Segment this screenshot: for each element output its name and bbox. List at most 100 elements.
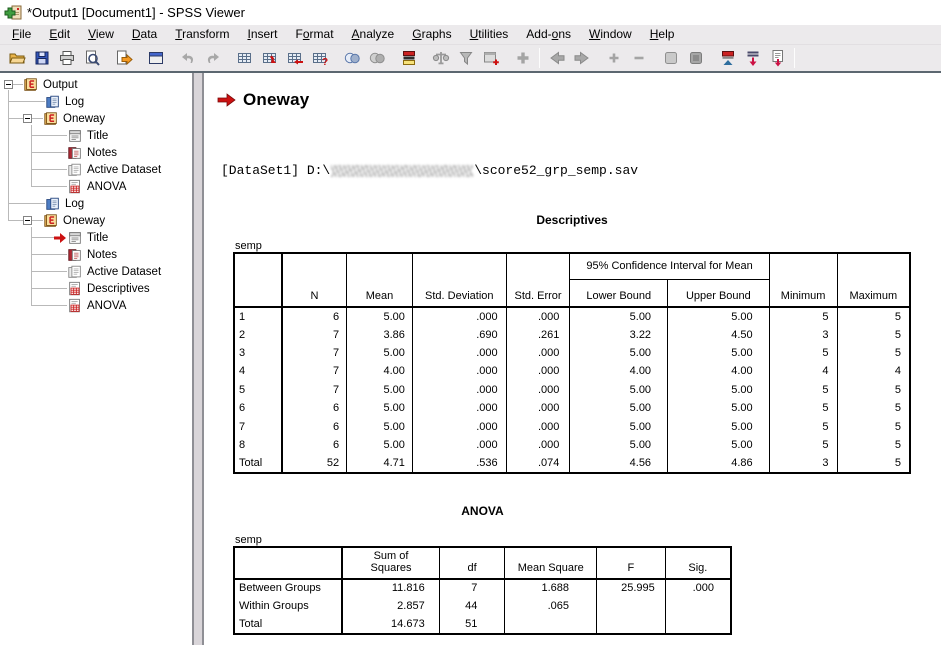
toolbar-gap (168, 58, 175, 59)
tree-connector (8, 90, 9, 221)
goto-data-button[interactable] (232, 47, 257, 69)
find-button[interactable]: ? (307, 47, 332, 69)
collapse-icon (630, 49, 648, 67)
table-cell: 25.995 (597, 579, 666, 597)
promote-button[interactable] (715, 47, 740, 69)
designate-window-button[interactable] (478, 47, 503, 69)
descriptives-output-item[interactable]: Descriptives semp NMeanStd. DeviationStd… (233, 213, 911, 474)
row-label: 3 (234, 344, 282, 362)
show-all-button[interactable] (510, 47, 535, 69)
tree-item-active-dataset[interactable]: Active Dataset (31, 263, 192, 280)
table-cell: 5.00 (668, 381, 770, 399)
menu-file[interactable]: File (3, 25, 40, 44)
menu-window[interactable]: Window (580, 25, 641, 44)
forward-button[interactable] (569, 47, 594, 69)
menu-transform[interactable]: Transform (166, 25, 238, 44)
menu-view[interactable]: View (79, 25, 123, 44)
table-output-icon (67, 298, 83, 314)
table-cell: 4.56 (570, 454, 668, 472)
tree-item-log[interactable]: Log (8, 93, 192, 110)
table-cell: .000 (506, 436, 570, 454)
tree-item-label: ANOVA (87, 300, 126, 312)
tree-item-oneway[interactable]: Oneway (8, 110, 192, 127)
back-button[interactable] (544, 47, 569, 69)
title-item-icon (67, 230, 83, 246)
menu-utilities[interactable]: Utilities (461, 25, 518, 44)
collapse-button[interactable] (626, 47, 651, 69)
corner-header (234, 253, 282, 307)
value-labels-button[interactable] (396, 47, 421, 69)
print-preview-button[interactable] (79, 47, 104, 69)
split-file-button[interactable] (364, 47, 389, 69)
table-cell: .000 (412, 417, 506, 435)
menu-edit[interactable]: Edit (40, 25, 79, 44)
goto-data-icon (236, 49, 254, 67)
tree-item-label: Active Dataset (87, 266, 161, 278)
tree-item-oneway[interactable]: Oneway (8, 212, 192, 229)
undo-button[interactable] (175, 47, 200, 69)
tree-item-log[interactable]: Log (8, 195, 192, 212)
table-row: 765.00.000.0005.005.0055 (234, 417, 910, 435)
table-cell: .000 (412, 381, 506, 399)
tree-item-notes[interactable]: Notes (31, 144, 192, 161)
output-book-icon (43, 111, 59, 127)
redacted-path-segment (331, 165, 473, 177)
column-header: Sig. (665, 547, 731, 579)
output-book-icon (43, 213, 59, 229)
table-cell: 14.673 (342, 615, 439, 633)
tree-item-notes[interactable]: Notes (31, 246, 192, 263)
forward-icon (573, 49, 591, 67)
hide-button[interactable] (683, 47, 708, 69)
save-file-button[interactable] (29, 47, 54, 69)
show-button[interactable] (658, 47, 683, 69)
table-cell: 6 (282, 436, 347, 454)
title-bar: *Output1 [Document1] - SPSS Viewer (0, 0, 941, 25)
table-cell: 5 (837, 454, 910, 472)
tree-item-title[interactable]: Title (31, 229, 192, 246)
print-button[interactable] (54, 47, 79, 69)
variables-button[interactable] (282, 47, 307, 69)
open-file-button[interactable] (4, 47, 29, 69)
tree-item-label: Title (87, 130, 108, 142)
tree-item-output[interactable]: Output (4, 76, 192, 93)
menu-data[interactable]: Data (123, 25, 166, 44)
table-cell: 51 (439, 615, 505, 633)
descriptives-table: NMeanStd. DeviationStd. Error95% Confide… (233, 252, 911, 474)
expand-button[interactable] (601, 47, 626, 69)
row-label: 4 (234, 362, 282, 380)
goto-case-button[interactable] (257, 47, 282, 69)
expander-minus[interactable] (4, 80, 13, 89)
table-cell: 52 (282, 454, 347, 472)
expander-minus[interactable] (23, 114, 32, 123)
tree-item-active-dataset[interactable]: Active Dataset (31, 161, 192, 178)
tree-item-label: Active Dataset (87, 164, 161, 176)
weight-cases-button[interactable] (428, 47, 453, 69)
select-cases-button[interactable] (339, 47, 364, 69)
anova-output-item[interactable]: ANOVA semp Sum of SquaresdfMean SquareFS… (233, 504, 732, 635)
tree-item-descriptives[interactable]: Descriptives (31, 280, 192, 297)
table-cell: .000 (665, 579, 731, 597)
recall-dialogs-button[interactable] (143, 47, 168, 69)
redo-button[interactable] (200, 47, 225, 69)
tree-item-title[interactable]: Title (31, 127, 192, 144)
pane-splitter[interactable] (192, 73, 204, 645)
insert-heading-button[interactable] (765, 47, 790, 69)
menu-insert[interactable]: Insert (238, 25, 286, 44)
menu-format[interactable]: Format (287, 25, 343, 44)
descriptives-variable-label: semp (235, 240, 911, 252)
tree-item-anova[interactable]: ANOVA (31, 297, 192, 314)
table-cell: 4.86 (668, 454, 770, 472)
menu-add-ons[interactable]: Add-ons (517, 25, 580, 44)
output-book-icon (23, 77, 39, 93)
tree-item-anova[interactable]: ANOVA (31, 178, 192, 195)
use-sets-button[interactable] (453, 47, 478, 69)
expander-minus[interactable] (23, 216, 32, 225)
demote-button[interactable] (740, 47, 765, 69)
menu-graphs[interactable]: Graphs (403, 25, 460, 44)
table-cell: 5 (837, 381, 910, 399)
table-cell: .000 (506, 399, 570, 417)
table-cell: 5 (837, 399, 910, 417)
menu-help[interactable]: Help (641, 25, 684, 44)
export-output-button[interactable] (111, 47, 136, 69)
menu-analyze[interactable]: Analyze (343, 25, 404, 44)
